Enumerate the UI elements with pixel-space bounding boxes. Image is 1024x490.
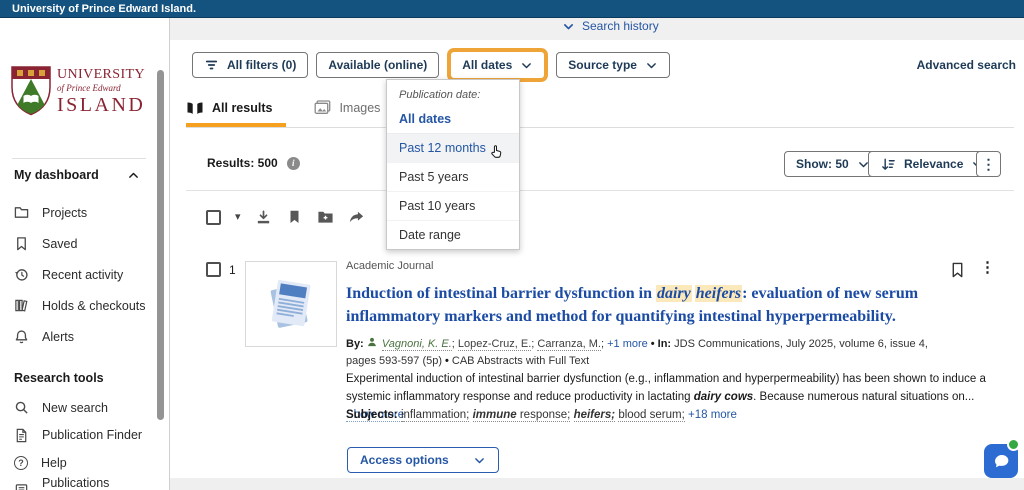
all-dates-highlight-ring: All dates [447,48,548,82]
sidebar-item-publications-authority[interactable]: Publications authority [14,477,154,490]
more-subjects-link[interactable]: +18 more [688,409,737,421]
history-icon [14,267,29,282]
all-filters-button[interactable]: All filters (0) [192,52,308,78]
search-history-link[interactable]: Search history [562,19,659,33]
sidebar-divider [12,158,146,159]
sort-icon [880,157,896,172]
author-profile-icon [367,337,377,347]
my-dashboard-header[interactable]: My dashboard [14,168,140,182]
search-icon [14,400,29,415]
article-thumbnail-icon [259,272,323,336]
research-tools-header: Research tools [14,371,140,385]
result-title-link[interactable]: Induction of intestinal barrier dysfunct… [346,283,952,328]
tab-all-results[interactable]: All results [186,97,286,127]
bell-icon [14,329,29,344]
chevron-up-icon [127,169,140,182]
highlighted-term: dairy [656,285,692,302]
upei-crest-icon [11,66,51,116]
option-all-dates[interactable]: All dates [387,105,519,134]
sidebar: UNIVERSITY of Prince Edward ISLAND My da… [0,18,170,490]
database-label: CAB Abstracts with Full Text [452,355,589,367]
add-to-project-icon[interactable] [317,209,334,225]
publication-date-dropdown: Publication date: All dates Past 12 mont… [386,79,520,250]
upei-wordmark: UNIVERSITY of Prince Edward ISLAND [57,68,145,115]
subject-link[interactable]: inflammation; [401,409,469,422]
info-icon[interactable]: i [287,157,300,170]
sidebar-item-holds-checkouts[interactable]: Holds & checkouts [14,290,154,321]
result-thumbnail[interactable] [245,261,337,347]
result-checkbox[interactable] [206,262,221,277]
bulk-actions-toolbar: ▾ [206,206,379,228]
access-options-button[interactable]: Access options [347,447,499,473]
sidebar-scrollbar[interactable] [157,70,164,420]
screen: University of Prince Edward Island. UNIV… [0,0,1024,490]
sidebar-item-help[interactable]: ? Help [14,449,154,477]
more-options-button[interactable]: ⋮ [976,151,1001,177]
advanced-search-link[interactable]: Advanced search [917,58,1016,72]
hand-cursor-icon [489,144,504,159]
images-icon [314,100,331,115]
institution-banner: University of Prince Edward Island. [0,0,1024,18]
results-count: Results: 500 i [207,156,300,170]
bookmark-icon [14,236,29,251]
download-icon[interactable] [255,209,272,225]
source-type-button[interactable]: Source type [556,52,670,78]
book-icon [14,483,29,490]
all-dates-button[interactable]: All dates [451,52,544,78]
select-caret-icon[interactable]: ▾ [235,212,241,223]
institution-name: University of Prince Edward Island. [12,3,196,15]
chevron-down-icon [562,20,575,33]
result-type-label: Academic Journal [346,260,433,272]
dropdown-header: Publication date: [387,80,519,105]
results-divider [186,190,1014,191]
result-more-options-icon[interactable]: ⋮ [980,258,995,276]
author-link[interactable]: Lopez-Cruz, E. [458,338,531,351]
subject-link[interactable]: immune response; [473,409,571,422]
highlighted-term: heifers [695,285,742,302]
sidebar-item-saved[interactable]: Saved [14,228,154,259]
help-icon: ? [14,456,28,470]
filter-icon [204,58,219,72]
result-number: 1 [229,263,236,277]
chevron-down-icon [520,59,533,72]
folder-icon [14,205,29,220]
result-subjects: Subjects: inflammation; immune response;… [346,409,986,421]
subject-link[interactable]: heifers; [574,409,616,422]
results-tabs: All results Images [186,97,1014,128]
option-past-12-months[interactable]: Past 12 months [387,134,519,163]
author-link[interactable]: Vagnoni, K. E. [382,338,452,351]
author-link[interactable]: Carranza, M. [537,338,601,351]
sidebar-item-new-search[interactable]: New search [14,394,154,422]
chevron-down-icon [473,454,486,467]
sidebar-item-alerts[interactable]: Alerts [14,321,154,352]
bookmark-result-icon[interactable] [950,261,965,279]
library-icon [14,298,29,313]
option-past-10-years[interactable]: Past 10 years [387,192,519,221]
upei-logo: UNIVERSITY of Prince Edward ISLAND [11,66,145,116]
sidebar-item-recent-activity[interactable]: Recent activity [14,259,154,290]
chat-status-dot [1007,438,1020,451]
chat-bubble-icon [992,452,1011,471]
select-all-checkbox[interactable] [206,210,221,225]
tab-images[interactable]: Images [314,97,380,127]
document-icon [14,428,29,443]
result-byline: By: Vagnoni, K. E.; Lopez-Cruz, E.; Carr… [346,336,952,369]
option-past-5-years[interactable]: Past 5 years [387,163,519,192]
more-authors-link[interactable]: +1 more [607,338,648,350]
sidebar-item-projects[interactable]: Projects [14,197,154,228]
open-book-icon [186,101,204,115]
available-online-button[interactable]: Available (online) [316,52,439,78]
save-bookmark-icon[interactable] [286,209,303,225]
option-date-range[interactable]: Date range [387,221,519,249]
share-icon[interactable] [348,209,365,225]
filter-bar: All filters (0) Available (online) All d… [192,48,670,82]
chevron-down-icon [645,59,658,72]
sidebar-item-publication-finder[interactable]: Publication Finder [14,422,154,450]
subject-link[interactable]: blood serum; [618,409,684,422]
